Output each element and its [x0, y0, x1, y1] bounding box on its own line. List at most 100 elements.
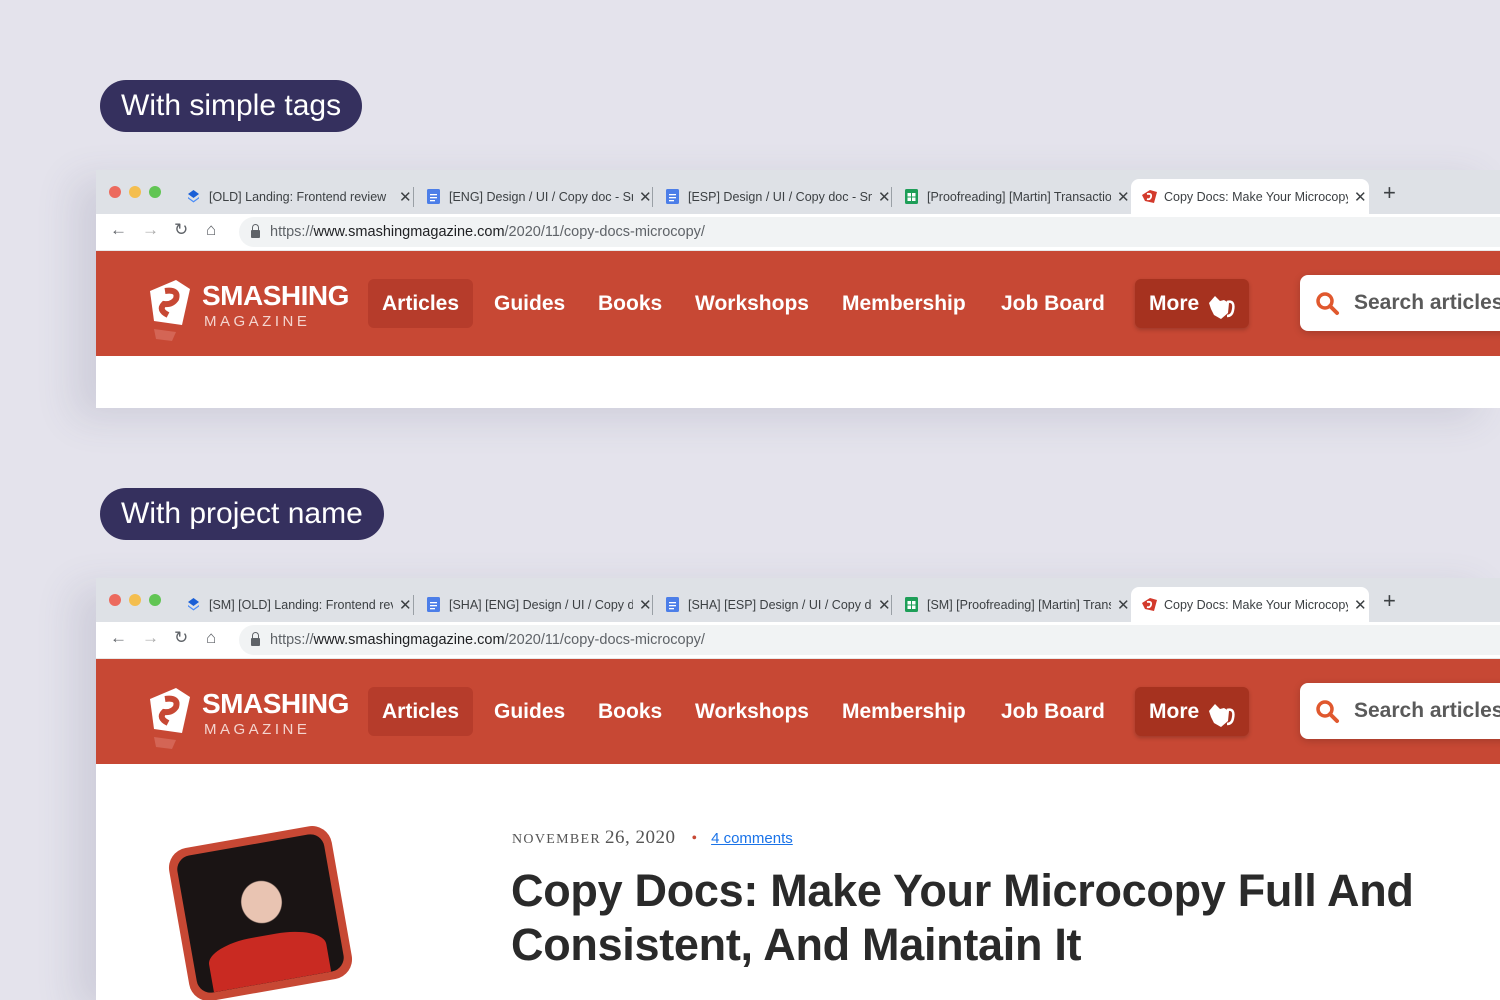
site-header: SMASHING MAGAZINE Articles Guides Books …: [96, 251, 1500, 356]
browser-window-simple-tags: [OLD] Landing: Frontend review ✕ [ENG] D…: [96, 170, 1500, 408]
search-box[interactable]: Search articles...: [1300, 275, 1500, 331]
logo-title: SMASHING: [202, 280, 349, 311]
tab-title: Copy Docs: Make Your Microcopy: [1164, 189, 1348, 204]
reload-icon[interactable]: ↻: [174, 628, 188, 648]
browser-tab-active[interactable]: Copy Docs: Make Your Microcopy ✕: [1131, 587, 1369, 622]
google-docs-icon: [665, 597, 680, 612]
section-label-project-name: With project name: [100, 488, 384, 540]
tab-close-icon[interactable]: ✕: [399, 596, 412, 614]
browser-tab-active[interactable]: Copy Docs: Make Your Microcopy ✕: [1131, 179, 1369, 214]
tab-separator: [652, 595, 653, 615]
reload-icon[interactable]: ↻: [174, 220, 188, 240]
nav-job-board[interactable]: Job Board: [987, 279, 1119, 328]
nav-guides[interactable]: Guides: [480, 279, 579, 328]
nav-more-label: More: [1149, 292, 1200, 315]
logo-title: SMASHING: [202, 688, 349, 719]
browser-tab[interactable]: [OLD] Landing: Frontend review ✕: [176, 179, 412, 214]
browser-tab[interactable]: [ENG] Design / UI / Copy doc - Smashing …: [416, 179, 652, 214]
smashing-cat-logo-icon: [150, 688, 190, 749]
tab-close-icon[interactable]: ✕: [1354, 596, 1367, 614]
lock-icon: [251, 224, 260, 238]
home-icon[interactable]: ⌂: [206, 628, 216, 648]
minimize-window-button[interactable]: [129, 594, 141, 606]
url-text: https://www.smashingmagazine.com/2020/11…: [270, 224, 705, 240]
nav-job-board[interactable]: Job Board: [987, 687, 1119, 736]
tab-separator: [891, 595, 892, 615]
tab-title: [SM] [OLD] Landing: Frontend review: [209, 597, 393, 612]
nav-membership[interactable]: Membership: [828, 279, 980, 328]
tab-close-icon[interactable]: ✕: [1117, 596, 1130, 614]
browser-tab[interactable]: [Proofreading] [Martin] Transactions ✕: [894, 179, 1130, 214]
tab-separator: [891, 187, 892, 207]
nav-guides[interactable]: Guides: [480, 687, 579, 736]
lock-icon: [251, 632, 260, 646]
nav-books[interactable]: Books: [584, 279, 676, 328]
back-icon[interactable]: ←: [110, 220, 127, 240]
nav-workshops[interactable]: Workshops: [681, 687, 823, 736]
author-avatar-frame: [165, 822, 356, 1000]
search-input[interactable]: Search articles...: [1354, 291, 1500, 315]
tab-close-icon[interactable]: ✕: [878, 188, 891, 206]
forward-icon[interactable]: →: [142, 220, 159, 240]
tab-close-icon[interactable]: ✕: [639, 188, 652, 206]
nav-articles[interactable]: Articles: [368, 279, 474, 328]
minimize-window-button[interactable]: [129, 186, 141, 198]
site-header: SMASHING MAGAZINE Articles Guides Books …: [96, 659, 1500, 764]
smashing-icon: [1141, 597, 1157, 612]
google-sheets-icon: [904, 189, 919, 204]
new-tab-button[interactable]: +: [1383, 588, 1396, 614]
nav-membership[interactable]: Membership: [828, 687, 980, 736]
nav-workshops[interactable]: Workshops: [681, 279, 823, 328]
nav-articles[interactable]: Articles: [368, 687, 474, 736]
tab-separator: [413, 595, 414, 615]
article-meta: NOVEMBER 26, 2020 • 4 comments: [512, 827, 793, 849]
browser-tab[interactable]: [SM] [OLD] Landing: Frontend review ✕: [176, 587, 412, 622]
tab-title: Copy Docs: Make Your Microcopy: [1164, 597, 1348, 612]
address-bar[interactable]: https://www.smashingmagazine.com/2020/11…: [239, 625, 1500, 655]
maximize-window-button[interactable]: [149, 594, 161, 606]
nav-books[interactable]: Books: [584, 687, 676, 736]
browser-tab[interactable]: [ESP] Design / UI / Copy doc - Smashing …: [655, 179, 891, 214]
nav-more-button[interactable]: More: [1135, 279, 1250, 328]
smashing-logo[interactable]: SMASHING MAGAZINE: [146, 277, 349, 341]
close-window-button[interactable]: [109, 594, 121, 606]
tab-separator: [652, 187, 653, 207]
dropbox-paper-icon: [186, 597, 201, 612]
date-day: 26, 2020: [604, 827, 676, 848]
nav-more-button[interactable]: More: [1135, 687, 1250, 736]
tab-separator: [413, 187, 414, 207]
comments-link[interactable]: 4 comments: [711, 830, 793, 847]
tab-close-icon[interactable]: ✕: [878, 596, 891, 614]
browser-tab[interactable]: [SHA] [ESP] Design / UI / Copy doc ✕: [655, 587, 891, 622]
tab-close-icon[interactable]: ✕: [1354, 188, 1367, 206]
close-window-button[interactable]: [109, 186, 121, 198]
google-docs-icon: [426, 597, 441, 612]
tab-close-icon[interactable]: ✕: [639, 596, 652, 614]
dropbox-paper-icon: [186, 189, 201, 204]
maximize-window-button[interactable]: [149, 186, 161, 198]
tab-title: [Proofreading] [Martin] Transactions: [927, 189, 1111, 204]
home-icon[interactable]: ⌂: [206, 220, 216, 240]
new-tab-button[interactable]: +: [1383, 180, 1396, 206]
tab-close-icon[interactable]: ✕: [1117, 188, 1130, 206]
nav-more-label: More: [1149, 700, 1200, 723]
author-avatar[interactable]: [175, 832, 346, 995]
cat-icon: [1207, 697, 1235, 728]
browser-tab[interactable]: [SHA] [ENG] Design / UI / Copy doc ✕: [416, 587, 652, 622]
meta-bullet: •: [691, 830, 698, 847]
address-bar[interactable]: https://www.smashingmagazine.com/2020/11…: [239, 217, 1500, 247]
tab-title: [OLD] Landing: Frontend review: [209, 189, 387, 204]
browser-tab[interactable]: [SM] [Proofreading] [Martin] Transaction…: [894, 587, 1130, 622]
tab-title: [SM] [Proofreading] [Martin] Transaction…: [927, 597, 1111, 612]
search-icon: [1314, 290, 1340, 316]
forward-icon[interactable]: →: [142, 628, 159, 648]
back-icon[interactable]: ←: [110, 628, 127, 648]
smashing-logo[interactable]: SMASHING MAGAZINE: [146, 685, 349, 749]
browser-window-project-name: [SM] [OLD] Landing: Frontend review ✕ [S…: [96, 578, 1500, 1000]
url-text: https://www.smashingmagazine.com/2020/11…: [270, 632, 705, 648]
search-box[interactable]: Search articles...: [1300, 683, 1500, 739]
tab-title: [ESP] Design / UI / Copy doc - Smashing: [688, 189, 872, 204]
logo-subtitle: MAGAZINE: [204, 313, 311, 330]
tab-close-icon[interactable]: ✕: [399, 188, 412, 206]
search-input[interactable]: Search articles...: [1354, 699, 1500, 723]
